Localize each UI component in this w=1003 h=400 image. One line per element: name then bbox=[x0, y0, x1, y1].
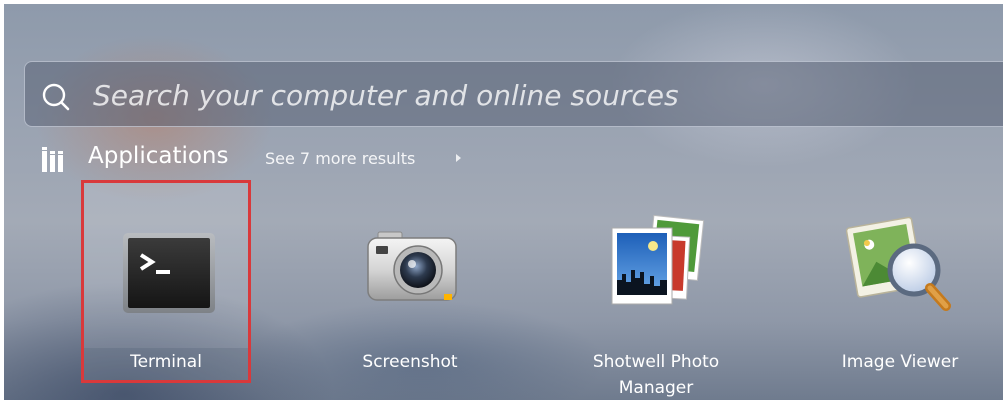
camera-icon bbox=[367, 231, 457, 301]
app-tile-screenshot[interactable]: Screenshot bbox=[330, 180, 490, 400]
app-tile-image-viewer[interactable]: Image Viewer bbox=[820, 180, 980, 400]
app-tile-shotwell-photo-manager[interactable]: Shotwell Photo Manager bbox=[576, 180, 736, 400]
app-label: Screenshot bbox=[362, 352, 458, 372]
app-label: Image Viewer bbox=[841, 352, 959, 372]
terminal-icon bbox=[123, 233, 215, 313]
photos-icon bbox=[611, 214, 705, 305]
search-icon bbox=[42, 83, 70, 111]
chevron-right-icon[interactable] bbox=[456, 154, 461, 162]
app-label: Terminal bbox=[130, 352, 202, 372]
image-viewer-icon bbox=[846, 216, 951, 311]
category-title: Applications bbox=[88, 143, 229, 169]
search-bar[interactable] bbox=[24, 61, 1003, 127]
app-label: Shotwell Photo Manager bbox=[592, 352, 720, 398]
search-input[interactable] bbox=[91, 72, 975, 118]
see-more-results-link[interactable]: See 7 more results bbox=[265, 149, 415, 168]
app-tile-terminal[interactable]: Terminal bbox=[81, 180, 251, 383]
dash-panel: Applications See 7 more results Terminal bbox=[4, 4, 1003, 400]
applications-category-icon bbox=[42, 147, 63, 172]
